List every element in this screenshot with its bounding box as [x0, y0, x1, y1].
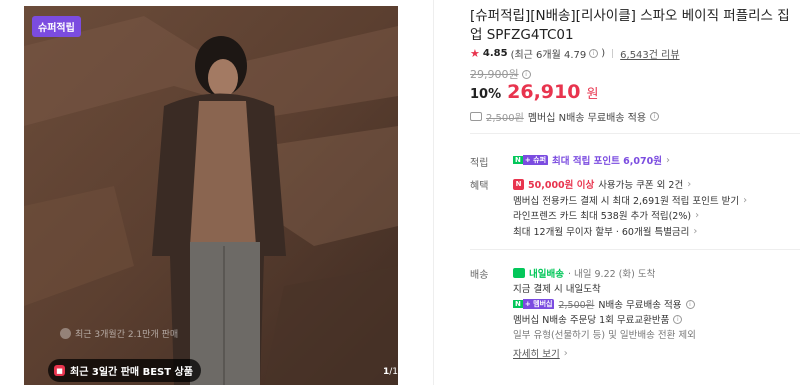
image-page-total: /10 — [389, 367, 398, 377]
original-price-row: 29,900원 i — [470, 66, 531, 82]
max-points-text: 최대 적립 포인트 6,070원 — [552, 156, 662, 167]
points-label: 적립 — [470, 158, 489, 169]
original-price: 29,900원 — [470, 68, 519, 81]
history-icon — [60, 328, 71, 339]
chevron-right-icon: › — [563, 347, 568, 359]
rating-recent: (최근 6개월 4.79 — [510, 50, 587, 61]
truck-icon — [470, 112, 482, 121]
rating-recent-close: ) — [601, 48, 606, 59]
coupon-amount: 50,000원 이상 — [528, 180, 595, 191]
perks-label: 혜택 — [470, 181, 489, 192]
chevron-right-icon: › — [743, 194, 748, 206]
sale-price-row: 10% 26,910 원 — [470, 81, 598, 103]
super-points-badge: 슈퍼적립 — [32, 16, 81, 37]
delivery-more-link[interactable]: 자세히 보기 — [513, 346, 560, 360]
sale-price: 26,910 — [507, 81, 581, 103]
rating-row: ★ 4.85 (최근 6개월 4.79 i) 6,543건 리뷰 — [470, 46, 680, 61]
rating-separator — [612, 49, 614, 58]
delivery-label: 배송 — [470, 270, 489, 281]
rating-value: 4.85 — [482, 48, 508, 59]
coupon-icon: N — [513, 178, 524, 190]
installment-text: 최대 12개월 무이자 할부 · 60개월 특별금리 — [513, 227, 690, 238]
card-points-text: 멤버십 전용카드 결제 시 최대 2,691원 적립 포인트 받기 — [513, 196, 740, 207]
section-divider — [470, 249, 800, 250]
exchange-info-icon[interactable]: i — [673, 314, 683, 324]
product-title: [슈퍼적립][N배송][리사이클] 스파오 베이직 퍼플리스 집업 SPFZG4… — [470, 8, 790, 43]
pay-now-text: 지금 결제 시 내일도착 — [513, 284, 601, 295]
free-exchange-text: 멤버십 N배송 주문당 1회 무료교환반품 — [513, 315, 670, 326]
naver-plus-badge: N + 슈퍼 — [513, 155, 549, 165]
naver-membership-badge: N + 멤버십 — [513, 299, 555, 309]
chevron-right-icon: › — [693, 225, 698, 237]
chevron-right-icon: › — [687, 178, 692, 190]
delivery-free-text: N배송 무료배송 적용 — [598, 300, 682, 311]
delivery-more-row[interactable]: 자세히 보기 › — [513, 346, 568, 361]
delivery-note: 일부 유형(선물하기 등) 및 일반배송 전환 제외 — [513, 330, 696, 341]
installment-row[interactable]: 최대 12개월 무이자 할부 · 60개월 특별금리 › — [513, 224, 698, 239]
delivery-note-row: 일부 유형(선물하기 등) 및 일반배송 전환 제외 — [513, 327, 696, 341]
card-points-row[interactable]: 멤버십 전용카드 결제 시 최대 2,691원 적립 포인트 받기 › — [513, 193, 748, 208]
tomorrow-delivery-date: · 내일 9.22 (화) 도착 — [567, 269, 656, 280]
chevron-right-icon: › — [695, 209, 700, 221]
delivery-truck-icon — [513, 268, 525, 278]
discount-rate: 10% — [470, 87, 502, 102]
shipping-original-fee: 2,500원 — [486, 113, 524, 124]
shipping-info-icon[interactable]: i — [650, 112, 660, 121]
star-icon: ★ — [470, 47, 480, 60]
delivery-info-icon[interactable]: i — [685, 299, 695, 309]
pay-now-row: 지금 결제 시 내일도착 — [513, 281, 601, 295]
coupon-row[interactable]: N 50,000원 이상 사용가능 쿠폰 외 2건 › — [513, 177, 691, 191]
currency-unit: 원 — [586, 87, 599, 102]
info-icon[interactable]: i — [589, 49, 599, 58]
image-page-indicator: 1/10 — [383, 367, 398, 377]
section-divider — [470, 133, 800, 134]
free-exchange-row: 멤버십 N배송 주문당 1회 무료교환반품 i — [513, 312, 683, 326]
shipping-summary: 2,500원 멤버십 N배송 무료배송 적용 i — [470, 109, 660, 124]
chevron-right-icon: › — [665, 154, 670, 166]
review-count-link[interactable]: 6,543건 리뷰 — [620, 46, 679, 61]
line-card-text: 라인프렌즈 카드 최대 538원 추가 적립(2%) — [513, 211, 692, 222]
best-seller-text: 최근 3일간 판매 BEST 상품 — [70, 367, 193, 378]
coupon-text: 사용가능 쿠폰 외 2건 — [598, 180, 684, 191]
membership-shipping-row: N + 멤버십 2,500원 N배송 무료배송 적용 i — [513, 297, 695, 311]
sales-history-note: 최근 3개월간 2.1만개 판매 — [60, 327, 178, 340]
price-info-icon[interactable]: i — [521, 69, 531, 79]
points-row[interactable]: N + 슈퍼 최대 적립 포인트 6,070원 › — [513, 153, 670, 167]
shipping-summary-text: 멤버십 N배송 무료배송 적용 — [527, 113, 647, 124]
best-seller-badge: ■ 최근 3일간 판매 BEST 상품 — [48, 359, 201, 382]
trophy-icon: ■ — [54, 365, 65, 376]
tomorrow-delivery-label: 내일배송 — [529, 269, 564, 280]
sales-history-text: 최근 3개월간 2.1만개 판매 — [75, 330, 179, 340]
line-card-row[interactable]: 라인프렌즈 카드 최대 538원 추가 적립(2%) › — [513, 208, 700, 223]
column-divider — [433, 0, 434, 385]
delivery-original-fee: 2,500원 — [558, 300, 595, 311]
product-image-gallery[interactable]: 슈퍼적립 최근 3개월간 2.1만개 판매 ■ 최근 3일간 판매 BEST 상… — [24, 6, 398, 385]
tomorrow-delivery-row: 내일배송 · 내일 9.22 (화) 도착 — [513, 266, 655, 280]
